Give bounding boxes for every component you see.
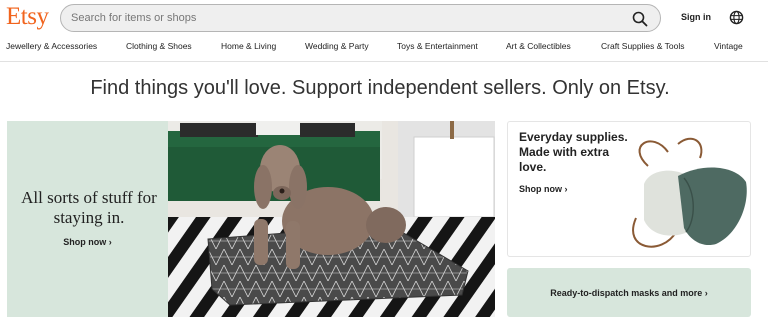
hero-title: All sorts of stuff for staying in.: [21, 188, 157, 227]
chevron-right-icon: ›: [564, 184, 568, 194]
nav-item-home-living[interactable]: Home & Living: [221, 41, 276, 51]
hero-text-panel: All sorts of stuff for staying in. Shop …: [7, 121, 168, 317]
nav-item-clothing[interactable]: Clothing & Shoes: [126, 41, 192, 51]
site-header: Etsy Sign in: [0, 0, 768, 36]
header-divider: [0, 61, 768, 62]
globe-icon[interactable]: [729, 10, 744, 25]
nav-item-vintage[interactable]: Vintage: [714, 41, 743, 51]
nav-item-wedding[interactable]: Wedding & Party: [305, 41, 369, 51]
nav-item-jewellery[interactable]: Jewellery & Accessories: [6, 41, 97, 51]
etsy-logo[interactable]: Etsy: [6, 3, 49, 31]
supplies-card[interactable]: Everyday supplies. Made with extra love.…: [507, 121, 751, 257]
search-input[interactable]: [71, 8, 611, 28]
supplies-shop-now-label: Shop now: [519, 184, 562, 194]
hero-shop-now-link[interactable]: Shop now ›: [7, 237, 168, 247]
nav-item-art[interactable]: Art & Collectibles: [506, 41, 571, 51]
nav-item-toys[interactable]: Toys & Entertainment: [397, 41, 478, 51]
supplies-shop-now-link[interactable]: Shop now ›: [519, 184, 568, 194]
masks-card-link[interactable]: Ready-to-dispatch masks and more ›: [507, 288, 751, 298]
chevron-right-icon: ›: [704, 288, 708, 298]
search-icon[interactable]: [632, 11, 648, 27]
search-bar[interactable]: [60, 4, 661, 32]
nav-item-craft[interactable]: Craft Supplies & Tools: [601, 41, 684, 51]
chevron-right-icon: ›: [108, 237, 112, 247]
poodle-photo: [168, 121, 495, 317]
page-tagline: Find things you'll love. Support indepen…: [90, 77, 670, 99]
masks-card[interactable]: Ready-to-dispatch masks and more ›: [507, 268, 751, 317]
sign-in-link[interactable]: Sign in: [681, 12, 711, 22]
masks-card-label: Ready-to-dispatch masks and more: [550, 288, 703, 298]
face-mask-photo: [632, 137, 747, 248]
hero-banner[interactable]: All sorts of stuff for staying in. Shop …: [7, 121, 495, 317]
category-nav: Jewellery & Accessories Clothing & Shoes…: [0, 41, 768, 55]
hero-shop-now-label: Shop now: [63, 237, 107, 247]
